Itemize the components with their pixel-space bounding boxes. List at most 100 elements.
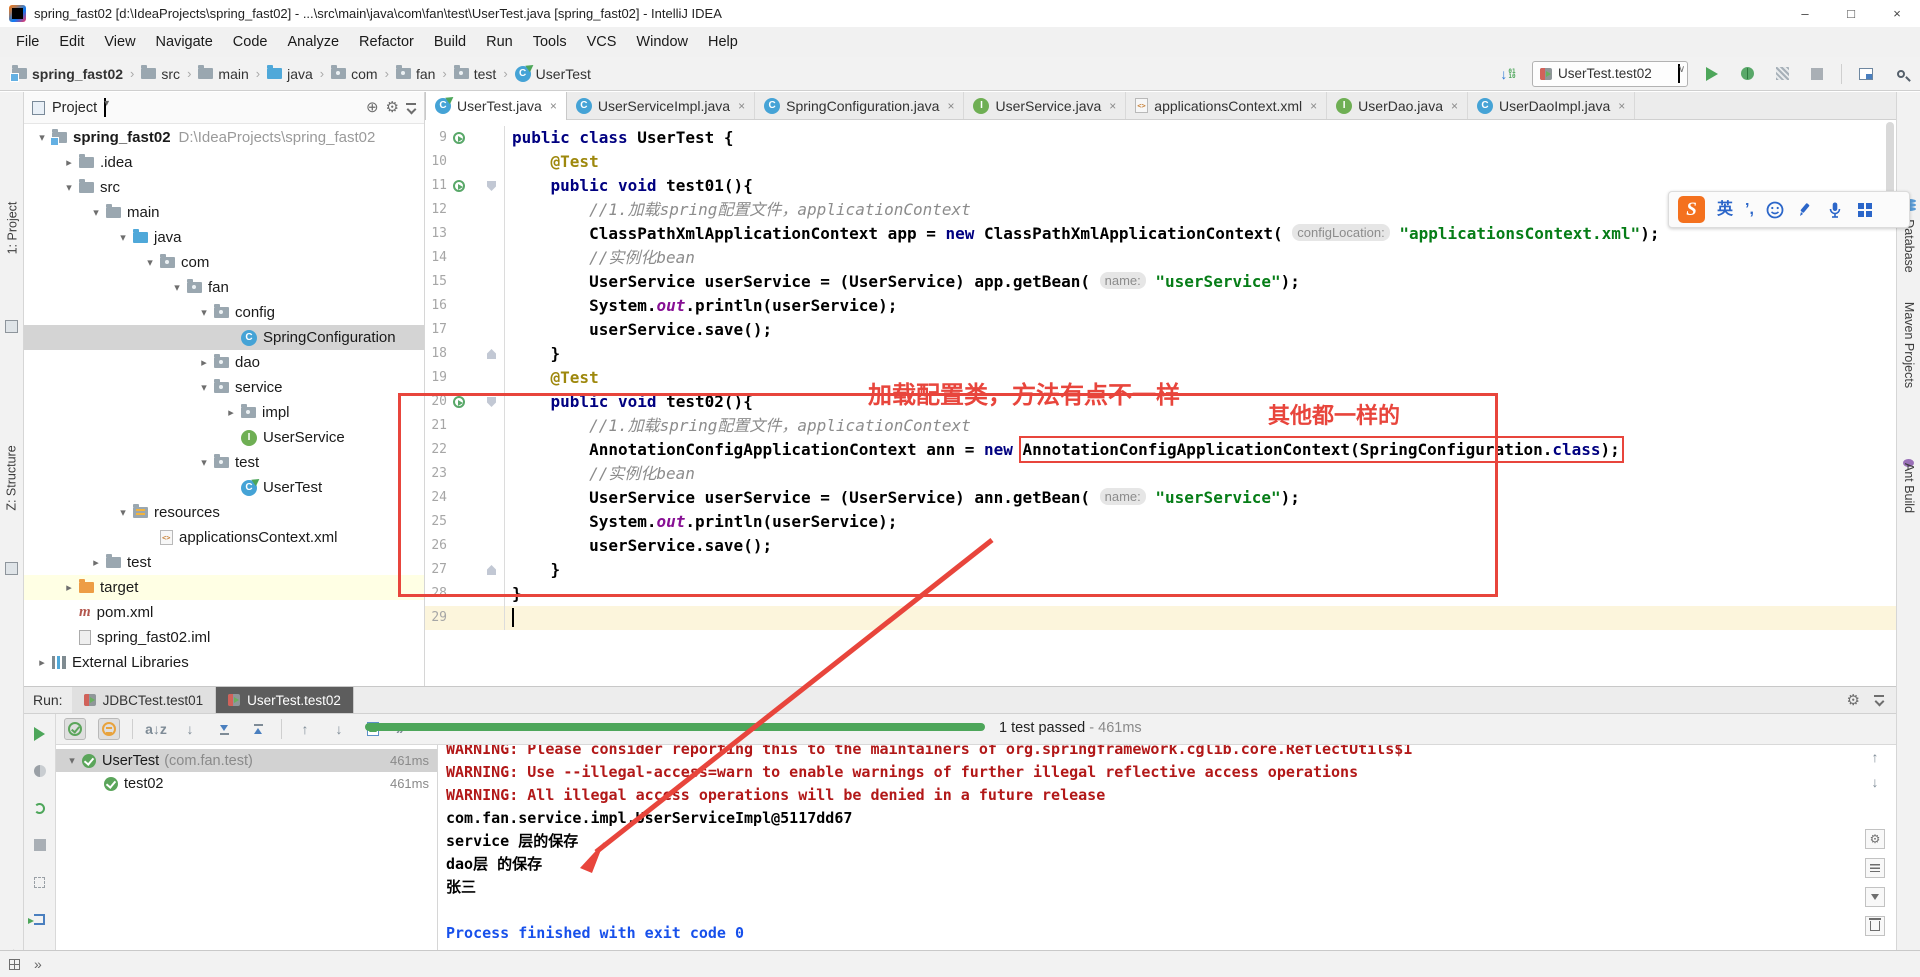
code-line-25[interactable]: 25 System.out.println(userService); [425,510,1896,534]
test-result-UserTest[interactable]: ▾ UserTest (com.fan.test) 461ms [56,749,437,772]
close-tab-icon[interactable]: × [1451,99,1458,113]
code-line-17[interactable]: 17 userService.save(); [425,318,1896,342]
tree-item-src[interactable]: ▾ src [24,175,424,200]
tool-window-button-ant[interactable]: Ant Build [1897,454,1920,522]
tree-item-service[interactable]: ▾ service [24,375,424,400]
run-tab-JDBCTest.test01[interactable]: JDBCTest.test01 [71,687,217,713]
expand-all-icon[interactable] [213,718,235,740]
sogou-logo-icon[interactable]: S [1678,196,1705,223]
editor-tab-SpringConfiguration.java[interactable]: C SpringConfiguration.java × [755,92,965,119]
tree-chevron-icon[interactable]: ▾ [62,754,82,767]
run-button[interactable] [1701,63,1723,85]
menu-run[interactable]: Run [476,34,523,50]
sort-by-usage-icon[interactable]: ↓ 01 10 [1497,63,1519,85]
fold-marker-icon[interactable] [487,181,496,191]
show-passed-toggle[interactable] [64,718,86,740]
tree-item-UserTest[interactable]: C UserTest [24,475,424,500]
code-line-22[interactable]: 22 AnnotationConfigApplicationContext an… [425,436,1896,463]
close-tab-icon[interactable]: × [738,99,745,113]
tree-chevron-icon[interactable]: ▸ [221,406,241,419]
breadcrumb-item-java[interactable]: java [263,65,317,82]
rerun-button[interactable] [29,723,51,745]
code-line-21[interactable]: 21 //1.加载spring配置文件，applicationContext [425,414,1896,438]
soft-wrap-icon[interactable] [1865,858,1885,878]
next-occurrence-icon[interactable]: ↓ [328,718,350,740]
sort-by-duration-icon[interactable]: ↓ [179,718,201,740]
tree-chevron-icon[interactable]: ▸ [194,356,214,369]
debug-button[interactable] [1736,63,1758,85]
tree-chevron-icon[interactable]: ▾ [194,381,214,394]
tool-window-button-structure[interactable]: Z: Structure [0,432,24,524]
code-line-16[interactable]: 16 System.out.println(userService); [425,294,1896,318]
minimize-button[interactable]: – [1782,0,1828,27]
ime-microphone-icon[interactable] [1826,201,1844,219]
coverage-button[interactable] [1771,63,1793,85]
menu-help[interactable]: Help [698,34,748,50]
menu-tools[interactable]: Tools [523,34,577,50]
tree-chevron-icon[interactable]: ▾ [86,206,106,219]
pin-tab-icon[interactable] [29,871,51,893]
previous-occurrence-icon[interactable]: ↑ [294,718,316,740]
tree-item-External Libraries[interactable]: ▸ External Libraries [24,650,424,675]
tool-window-button-maven[interactable]: Maven Projects [1897,292,1920,398]
tree-chevron-icon[interactable]: ▾ [32,131,52,144]
fold-marker-icon[interactable] [487,565,496,575]
stop-button[interactable] [29,834,51,856]
ime-toolbox-icon[interactable] [1856,201,1874,219]
tree-item-applicationsContext.xml[interactable]: applicationsContext.xml [24,525,424,550]
tree-chevron-icon[interactable]: ▸ [59,581,79,594]
editor-tab-UserService.java[interactable]: I UserService.java × [964,92,1127,119]
menu-refactor[interactable]: Refactor [349,34,424,50]
tree-item-UserService[interactable]: I UserService [24,425,424,450]
run-test-gutter-icon[interactable] [453,132,465,144]
breadcrumb-item-fan[interactable]: fan [392,65,439,82]
show-ignored-toggle[interactable] [98,718,120,740]
menu-build[interactable]: Build [424,34,476,50]
editor-tab-UserDao.java[interactable]: I UserDao.java × [1327,92,1469,119]
breadcrumb-item-src[interactable]: src [137,65,184,82]
code-line-24[interactable]: 24 UserService userService = (UserServic… [425,486,1896,510]
tree-chevron-icon[interactable]: ▸ [86,556,106,569]
close-tab-icon[interactable]: × [1618,99,1625,113]
ime-handwriting-icon[interactable] [1796,201,1814,219]
tree-chevron-icon[interactable]: ▸ [32,656,52,669]
run-tab-UserTest.test02[interactable]: UserTest.test02 [216,687,354,713]
tree-item-spring_fast02[interactable]: ▾ spring_fast02 D:\IdeaProjects\spring_fas… [24,125,424,150]
ime-language-toggle[interactable]: 英 [1717,201,1733,218]
settings-gear-icon[interactable]: ⚙ [386,100,399,115]
menu-navigate[interactable]: Navigate [146,34,223,50]
run-configuration-select[interactable]: UserTest.test02 ∨ [1532,60,1688,87]
tree-item-dao[interactable]: ▸ dao [24,350,424,375]
menu-vcs[interactable]: VCS [577,34,627,50]
menu-analyze[interactable]: Analyze [277,34,349,50]
editor-tab-UserDaoImpl.java[interactable]: C UserDaoImpl.java × [1468,92,1636,119]
collapse-all-icon[interactable] [247,718,269,740]
close-tab-icon[interactable]: × [947,99,954,113]
close-tab-icon[interactable]: × [1109,99,1116,113]
tree-chevron-icon[interactable]: ▾ [194,456,214,469]
menu-view[interactable]: View [94,34,145,50]
ime-punctuation-icon[interactable]: ’, [1745,201,1754,218]
close-tab-icon[interactable]: × [1310,99,1317,113]
tree-item-com[interactable]: ▾ com [24,250,424,275]
chevron-down-icon[interactable]: ▾ [104,98,109,117]
breadcrumb-item-com[interactable]: com [327,65,381,82]
test-result-test02[interactable]: test02 461ms [56,772,437,795]
menu-file[interactable]: File [6,34,49,50]
tree-item-test[interactable]: ▸ test [24,550,424,575]
project-tool-icon[interactable] [5,320,18,333]
close-tab-icon[interactable]: × [550,99,557,113]
stop-button[interactable] [1806,63,1828,85]
code-line-26[interactable]: 26 userService.save(); [425,534,1896,558]
maximize-button[interactable]: □ [1828,0,1874,27]
code-line-28[interactable]: 28} [425,582,1896,606]
search-everywhere-icon[interactable] [1890,63,1912,85]
breadcrumb-item-UserTest[interactable]: C UserTest [511,65,595,82]
tree-chevron-icon[interactable]: ▸ [59,156,79,169]
structure-tool-icon[interactable] [5,562,18,575]
code-line-27[interactable]: 27 } [425,558,1896,582]
clear-console-icon[interactable] [1865,916,1885,936]
restore-layout-icon[interactable] [1855,63,1877,85]
editor-tab-applicationsContext.xml[interactable]: applicationsContext.xml × [1126,92,1328,119]
fold-marker-icon[interactable] [487,349,496,359]
